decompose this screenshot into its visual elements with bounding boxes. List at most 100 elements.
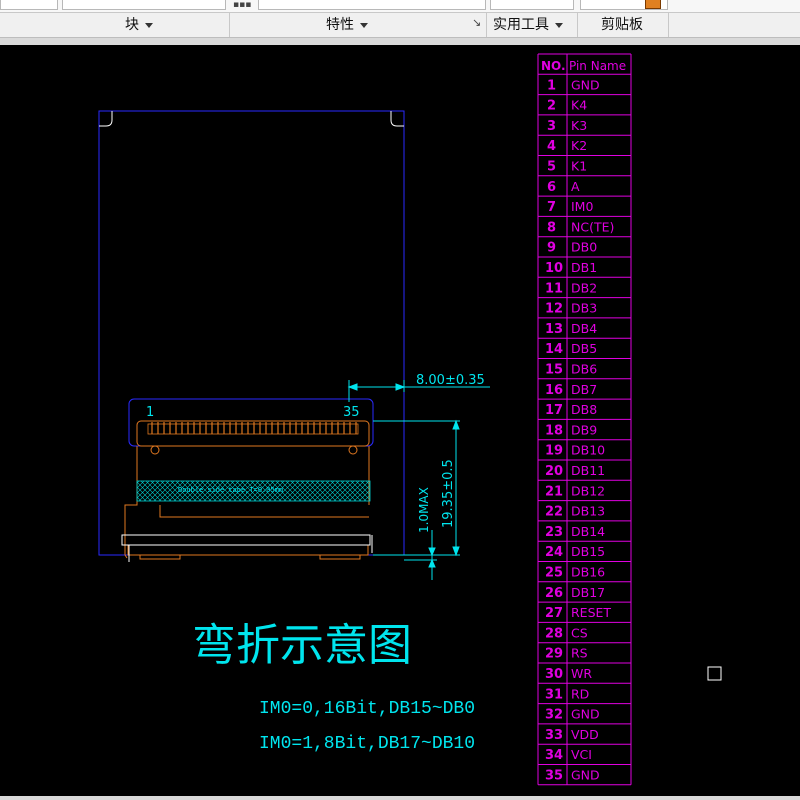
pin-name: VCI bbox=[571, 747, 592, 762]
property-dropdown[interactable] bbox=[258, 0, 486, 10]
ribbon-toolbar: ▪▪▪ 块 特性 ↘ 实用工具 剪贴板 bbox=[0, 0, 800, 45]
pin-name: DB14 bbox=[571, 524, 605, 539]
pin-number: 21 bbox=[545, 484, 563, 499]
ribbon-control[interactable] bbox=[490, 0, 574, 10]
ribbon-control[interactable] bbox=[0, 0, 58, 10]
pin-number: 26 bbox=[545, 586, 563, 601]
chevron-down-icon bbox=[360, 22, 368, 28]
pin-number: 24 bbox=[545, 545, 563, 560]
pin-name: GND bbox=[571, 707, 600, 722]
pin-name: DB6 bbox=[571, 362, 597, 377]
pin-name: WR bbox=[571, 666, 592, 681]
pin-number: 7 bbox=[547, 200, 556, 215]
pin-number: 22 bbox=[545, 505, 563, 520]
pin-name: RESET bbox=[571, 605, 611, 620]
pin-number: 20 bbox=[545, 464, 563, 479]
pin-name: DB2 bbox=[571, 280, 597, 295]
pin-number: 10 bbox=[545, 261, 563, 276]
pin-name: A bbox=[571, 179, 580, 194]
pin-number: 4 bbox=[547, 139, 556, 154]
tape-note: Double side tape,T=0.05mm bbox=[178, 487, 283, 495]
pin-number: 34 bbox=[545, 748, 563, 763]
interface-note-16bit: IM0=0,16Bit,DB15~DB0 bbox=[259, 699, 475, 719]
connector-last-pin-label: 35 bbox=[343, 405, 360, 420]
linetype-icon[interactable]: ▪▪▪ bbox=[233, 0, 251, 10]
pin-number: 29 bbox=[545, 647, 563, 662]
pin-name: DB4 bbox=[571, 321, 597, 336]
pin-name: DB11 bbox=[571, 463, 605, 478]
pin-number: 12 bbox=[545, 302, 563, 317]
pin-name: DB3 bbox=[571, 301, 597, 316]
pin-name: IM0 bbox=[571, 199, 593, 214]
pin-number: 32 bbox=[545, 708, 563, 723]
ribbon-separator bbox=[668, 12, 669, 38]
pin-number: 17 bbox=[545, 403, 563, 418]
pin-number: 35 bbox=[545, 769, 563, 784]
pin-name: DB17 bbox=[571, 585, 605, 600]
pin-name: K2 bbox=[571, 138, 587, 153]
dimension-fold-height-label: 19.35±0.5 bbox=[441, 459, 456, 528]
ribbon-group-properties[interactable]: 特性 bbox=[326, 13, 368, 37]
pin-number: 2 bbox=[547, 99, 556, 114]
pin-number: 16 bbox=[545, 383, 563, 398]
ribbon-group-label: 块 bbox=[125, 17, 139, 33]
interface-note-8bit: IM0=1,8Bit,DB17~DB10 bbox=[259, 734, 475, 754]
ribbon-separator bbox=[577, 12, 578, 38]
pin-number: 9 bbox=[547, 241, 556, 256]
ribbon-group-label: 特性 bbox=[326, 17, 354, 33]
pin-name: VDD bbox=[571, 727, 599, 742]
ribbon-group-clipboard[interactable]: 剪贴板 bbox=[601, 13, 643, 37]
pin-number: 11 bbox=[545, 281, 563, 296]
pin-name: DB12 bbox=[571, 483, 605, 498]
pin-number: 1 bbox=[547, 78, 556, 93]
status-bar bbox=[0, 796, 800, 800]
pin-name: CS bbox=[571, 625, 588, 640]
pin-name: DB16 bbox=[571, 565, 605, 580]
ribbon-control-strip: ▪▪▪ bbox=[0, 0, 800, 13]
pin-name: DB9 bbox=[571, 422, 597, 437]
pin-table-header-name: Pin Name bbox=[569, 59, 626, 73]
pin-name: NC(TE) bbox=[571, 219, 614, 234]
pin-name: DB0 bbox=[571, 240, 597, 255]
pin-name: K4 bbox=[571, 98, 587, 113]
pin-number: 31 bbox=[545, 687, 563, 702]
pin-name: DB13 bbox=[571, 504, 605, 519]
pin-name: K1 bbox=[571, 159, 587, 174]
double-side-tape: Double side tape,T=0.05mm bbox=[136, 480, 371, 502]
pin-name: DB8 bbox=[571, 402, 597, 417]
ribbon-group-utilities[interactable]: 实用工具 bbox=[493, 13, 563, 37]
fpc-bent-body bbox=[121, 445, 373, 562]
pin-name: GND bbox=[571, 77, 600, 92]
pin-name: DB10 bbox=[571, 443, 605, 458]
paste-icon[interactable] bbox=[645, 0, 661, 9]
pin-number: 33 bbox=[545, 728, 563, 743]
pin-name: DB15 bbox=[571, 544, 605, 559]
ribbon-group-label: 剪贴板 bbox=[601, 17, 643, 33]
cursor-pickbox bbox=[707, 666, 722, 681]
chevron-down-icon bbox=[555, 22, 563, 28]
pin-number: 5 bbox=[547, 160, 556, 175]
pin-number: 14 bbox=[545, 342, 563, 357]
drawing-canvas[interactable]: Double side tape,T=0.05mm 1 35 8.00±0.35… bbox=[0, 44, 800, 796]
ribbon-separator bbox=[229, 12, 230, 38]
fpc-connector bbox=[128, 398, 374, 447]
dialog-launcher-icon[interactable]: ↘ bbox=[472, 16, 481, 29]
pin-table: NO. Pin Name 1 GND 2 K4 3 K3 4 K2 5 K1 6 A7 IM0 8 NC(T… bbox=[537, 53, 632, 786]
pin-name: DB1 bbox=[571, 260, 597, 275]
drawing-title: 弯折示意图 bbox=[192, 620, 412, 671]
ribbon-control[interactable] bbox=[62, 0, 226, 10]
pin-name: K3 bbox=[571, 118, 587, 133]
pin-table-header-no: NO. bbox=[541, 59, 566, 73]
pin-number: 28 bbox=[545, 626, 563, 641]
pin-name: RD bbox=[571, 686, 589, 701]
pin-number: 30 bbox=[545, 667, 563, 682]
connector-first-pin-label: 1 bbox=[146, 405, 154, 420]
pin-number: 25 bbox=[545, 566, 563, 581]
pin-number: 6 bbox=[547, 180, 556, 195]
pin-name: RS bbox=[571, 646, 588, 661]
ribbon-group-block[interactable]: 块 bbox=[125, 13, 153, 37]
pin-name: DB7 bbox=[571, 382, 597, 397]
dimension-max-thickness-label: 1.0MAX bbox=[417, 487, 431, 533]
pin-name: DB5 bbox=[571, 341, 597, 356]
ribbon-separator bbox=[486, 12, 487, 38]
